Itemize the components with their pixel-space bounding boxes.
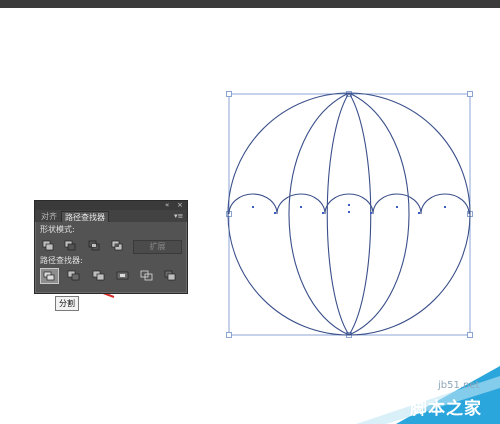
panel-menu-icon[interactable]: ▾≡	[174, 212, 183, 220]
divide-button[interactable]	[40, 268, 59, 284]
shape-modes-label: 形状模式:	[40, 225, 75, 234]
globe-artwork[interactable]	[227, 92, 471, 336]
trim-icon	[67, 270, 80, 281]
collapse-icon[interactable]: «	[165, 201, 169, 210]
divide-icon	[43, 271, 55, 281]
minus-back-icon	[164, 270, 176, 281]
panel-tabs: 对齐 路径查找器 ▾≡	[35, 210, 187, 222]
divide-tooltip: 分割	[55, 296, 79, 311]
watermark-url: jb51.net	[438, 380, 480, 391]
unite-button[interactable]	[41, 239, 56, 252]
watermark-name: 脚本之家	[410, 399, 482, 419]
anchor-points	[252, 204, 446, 214]
outline-icon	[140, 270, 153, 281]
site-watermark: jb51.net 脚本之家	[356, 366, 500, 424]
intersect-button[interactable]	[87, 239, 102, 252]
merge-icon	[92, 270, 105, 281]
crop-button[interactable]	[115, 269, 130, 282]
minus-front-button[interactable]	[63, 239, 78, 252]
crop-icon	[116, 271, 129, 280]
panel-header[interactable]: « ×	[35, 201, 187, 210]
pathfinders-label: 路径查找器:	[40, 256, 83, 265]
tab-align[interactable]: 对齐	[38, 211, 60, 222]
trim-button[interactable]	[66, 269, 81, 282]
unite-icon	[42, 240, 54, 251]
minus-back-button[interactable]	[163, 269, 178, 282]
minus-front-icon	[64, 240, 76, 251]
tab-pathfinder[interactable]: 路径查找器	[61, 211, 109, 222]
expand-button[interactable]: 扩展	[133, 240, 182, 254]
close-icon[interactable]: ×	[177, 201, 183, 210]
pathfinder-panel: « × 对齐 路径查找器 ▾≡ 形状模式: 扩展 路径查找器:	[34, 200, 188, 294]
exclude-icon	[111, 240, 123, 251]
exclude-button[interactable]	[110, 239, 125, 252]
intersect-icon	[88, 240, 100, 251]
merge-button[interactable]	[91, 269, 106, 282]
outline-button[interactable]	[139, 269, 154, 282]
selection-bounding-box[interactable]	[228, 93, 471, 336]
